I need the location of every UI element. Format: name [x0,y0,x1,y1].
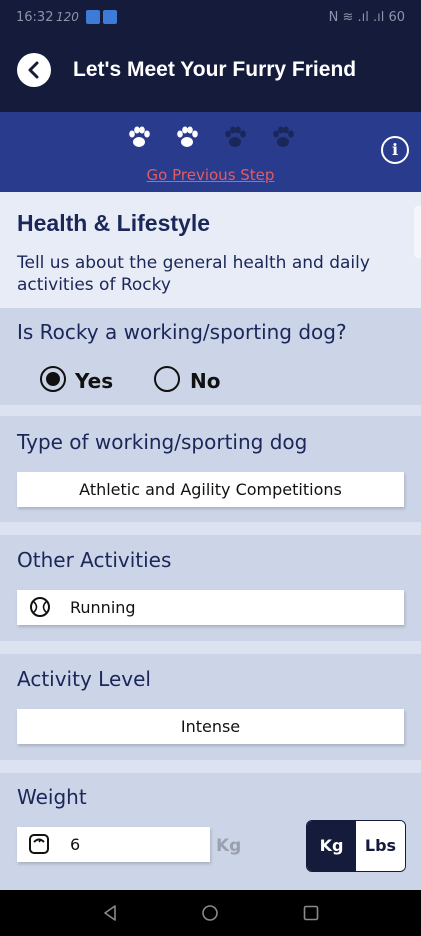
status-time: 16:32 [16,10,54,25]
activity-level-label: Activity Level [17,667,151,691]
working-dog-question: Is Rocky a working/sporting dog? [17,320,347,344]
scroll-indicator[interactable] [414,206,421,258]
other-activities-value: Running [70,598,136,617]
weight-value: 6 [70,835,81,854]
upload-icon [86,10,100,24]
go-previous-step-link[interactable]: Go Previous Step [0,166,421,184]
yes-radio[interactable] [40,366,66,392]
working-type-select[interactable]: Athletic and Agility Competitions [17,472,404,507]
activity-level-select[interactable]: Intense [17,709,404,744]
intro-section: Health & Lifestyle Tell us about the gen… [0,192,421,308]
unit-lbs-button[interactable]: Lbs [356,821,405,871]
chevron-left-icon [28,61,39,79]
system-nav-bar [0,890,421,936]
nav-recents-icon[interactable] [302,904,320,922]
status-indicators: N ≋ .ıl .ıl 60 [328,10,405,25]
page-title: Let's Meet Your Furry Friend [73,58,357,81]
app-header: Let's Meet Your Furry Friend [0,38,421,112]
other-activities-label: Other Activities [17,548,172,572]
working-type-label: Type of working/sporting dog [17,430,308,454]
paw-step-icon-1 [129,126,150,147]
info-icon[interactable]: i [381,136,409,164]
status-bar: 16:32 120 N ≋ .ıl .ıl 60 [0,0,421,38]
paw-step-icon-2 [177,126,198,147]
other-activities-section: Other Activities Running [0,535,421,641]
weight-unit-suffix: Kg [216,836,242,856]
activity-level-section: Activity Level Intense [0,654,421,760]
unit-kg-button[interactable]: Kg [307,821,356,871]
no-radio-label[interactable]: No [190,369,220,393]
form-content: Health & Lifestyle Tell us about the gen… [0,192,421,890]
progress-stepper: Go Previous Step i [0,112,421,192]
weight-label: Weight [17,785,87,809]
paw-step-icon-3 [225,126,246,147]
back-button[interactable] [17,53,51,87]
nav-back-icon[interactable] [101,904,119,922]
section-description: Tell us about the general health and dai… [17,253,370,295]
paw-step-icon-4 [273,126,294,147]
no-radio[interactable] [154,366,180,392]
weight-section: Weight 6 Kg Kg Lbs [0,773,421,890]
net-speed: 120 [56,10,79,24]
yes-radio-label[interactable]: Yes [75,369,113,393]
scale-icon [29,834,49,854]
weight-input[interactable]: 6 [17,827,210,862]
other-activities-field[interactable]: Running [17,590,404,625]
working-dog-section: Is Rocky a working/sporting dog? Yes No [0,308,421,405]
section-heading: Health & Lifestyle [17,210,210,236]
working-type-section: Type of working/sporting dog Athletic an… [0,416,421,522]
tennis-ball-icon [30,597,50,617]
nav-home-icon[interactable] [201,904,219,922]
app-notification-icon [103,10,117,24]
unit-toggle: Kg Lbs [306,820,406,872]
